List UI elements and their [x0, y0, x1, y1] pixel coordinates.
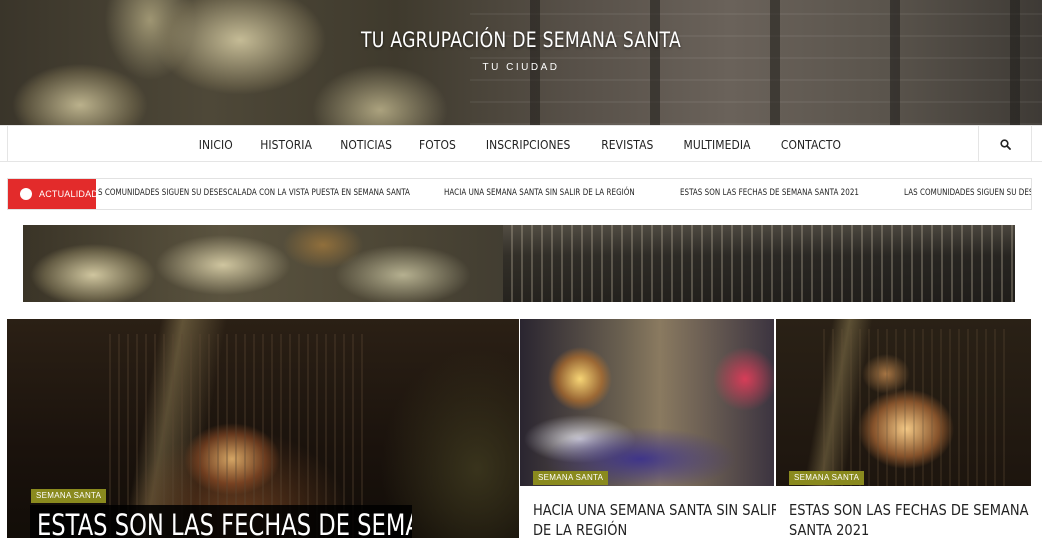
category-badge[interactable]: SEMANA SANTA — [31, 489, 107, 503]
post-image — [816, 329, 1006, 486]
featured-main-title[interactable]: ESTAS SON LAS FECHAS DE SEMANA — [37, 508, 412, 538]
search-button[interactable] — [978, 126, 1031, 162]
post-title[interactable]: HACIA UNA SEMANA SANTA SIN SALIR DE LA R… — [533, 500, 785, 538]
category-badge[interactable]: SEMANA SANTA — [533, 471, 609, 485]
ad-banner-image[interactable] — [23, 225, 1015, 302]
ticker-item[interactable]: ESTAS SON LAS FECHAS DE SEMANA SANTA 202… — [680, 188, 859, 198]
featured-main-title-box[interactable]: ESTAS SON LAS FECHAS DE SEMANA — [30, 505, 412, 538]
banner-balcony-image — [503, 225, 1015, 302]
nav-item-multimedia[interactable]: MULTIMEDIA — [675, 137, 759, 152]
site-title[interactable]: TU AGRUPACIÓN DE SEMANA SANTA — [94, 28, 948, 52]
nav-item-historia[interactable]: HISTORIA — [251, 137, 320, 152]
ticker-item[interactable]: HACIA UNA SEMANA SANTA SIN SALIR DE LA R… — [444, 188, 635, 198]
post-card-body: ESTAS SON LAS FECHAS DE SEMANA SANTA 202… — [776, 486, 1031, 538]
nav-menu: INICIO HISTORIA NOTICIAS FOTOS INSCRIPCI… — [0, 126, 1042, 162]
post-card-body: HACIA UNA SEMANA SANTA SIN SALIR DE LA R… — [520, 486, 780, 538]
nav-item-fotos[interactable]: FOTOS — [410, 137, 464, 152]
featured-post-side-1[interactable]: SEMANA SANTA — [520, 319, 774, 486]
nav-item-revistas[interactable]: REVISTAS — [593, 137, 662, 152]
search-icon — [999, 138, 1011, 150]
main-navigation: INICIO HISTORIA NOTICIAS FOTOS INSCRIPCI… — [0, 125, 1042, 162]
featured-post-side-2[interactable]: SEMANA SANTA — [776, 319, 1031, 486]
ticker-label: ACTUALIDAD — [8, 179, 99, 209]
nav-item-contacto[interactable]: CONTACTO — [772, 137, 849, 152]
ticker-item[interactable]: LAS COMUNIDADES SIGUEN SU DESE — [904, 188, 1031, 198]
live-dot-icon — [20, 188, 32, 200]
site-tagline: TU CIUDAD — [482, 62, 560, 73]
site-header: TU AGRUPACIÓN DE SEMANA SANTA TU CIUDAD — [0, 0, 1042, 125]
category-badge[interactable]: SEMANA SANTA — [789, 471, 865, 485]
ticker-item[interactable]: S COMUNIDADES SIGUEN SU DESESCALADA CON … — [98, 188, 410, 198]
nav-item-inscripciones[interactable]: INSCRIPCIONES — [477, 137, 579, 152]
ticker-label-text: ACTUALIDAD — [39, 189, 99, 199]
post-title[interactable]: ESTAS SON LAS FECHAS DE SEMANA SANTA 202… — [789, 500, 1041, 538]
nav-item-noticias[interactable]: NOTICIAS — [331, 137, 400, 152]
nav-item-inicio[interactable]: INICIO — [190, 137, 241, 152]
ticker-track: S COMUNIDADES SIGUEN SU DESESCALADA CON … — [97, 179, 1031, 209]
news-ticker: ACTUALIDAD S COMUNIDADES SIGUEN SU DESES… — [7, 178, 1032, 210]
